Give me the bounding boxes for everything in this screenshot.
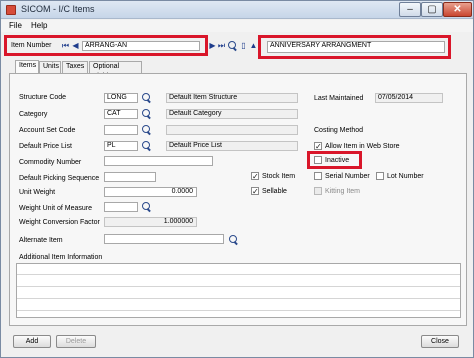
- close-button[interactable]: Close: [421, 335, 459, 348]
- menu-bar: File Help: [1, 20, 473, 32]
- commodity-number-field[interactable]: [104, 156, 213, 166]
- price-list-description: Default Price List: [166, 141, 298, 151]
- app-icon: [6, 5, 16, 15]
- lot-number-checkbox[interactable]: [376, 172, 384, 180]
- structure-code-description: Default Item Structure: [166, 93, 298, 103]
- price-list-field[interactable]: PL: [104, 141, 138, 151]
- costing-method-label: Costing Method: [314, 127, 364, 134]
- last-maintained-label: Last Maintained: [314, 95, 364, 102]
- window: SICOM - I/C Items – ▢ ✕ File Help Item N…: [0, 0, 474, 358]
- first-record-icon[interactable]: ⏮: [61, 41, 70, 50]
- menu-file[interactable]: File: [9, 21, 22, 30]
- serial-number-checkbox[interactable]: [314, 172, 322, 180]
- textarea-line: [17, 286, 460, 287]
- account-set-description: [166, 125, 298, 135]
- minimize-button[interactable]: –: [399, 2, 421, 17]
- close-window-button[interactable]: ✕: [443, 2, 472, 17]
- title-bar: SICOM - I/C Items – ▢ ✕: [1, 1, 473, 19]
- tab-optional-fields[interactable]: Optional Fields: [89, 61, 142, 80]
- account-set-label: Account Set Code: [19, 127, 76, 134]
- textarea-line: [17, 274, 460, 275]
- category-field[interactable]: CAT: [104, 109, 138, 119]
- category-label: Category: [19, 111, 48, 118]
- additional-info-label: Additional Item Information: [19, 254, 103, 261]
- inactive-checkbox[interactable]: [314, 156, 322, 164]
- unit-weight-field[interactable]: 0.0000: [104, 187, 197, 197]
- account-set-field[interactable]: [104, 125, 138, 135]
- window-title: SICOM - I/C Items: [21, 4, 95, 14]
- item-lookup-icon[interactable]: [228, 41, 236, 49]
- alternate-item-label: Alternate Item: [19, 237, 63, 244]
- serial-number-label: Serial Number: [325, 173, 370, 180]
- sellable-label: Sellable: [262, 188, 287, 195]
- tab-items[interactable]: Items: [15, 60, 39, 73]
- weight-uom-lookup-icon[interactable]: [142, 202, 150, 210]
- stock-item-checkbox[interactable]: [251, 172, 259, 180]
- price-list-label: Default Price List: [19, 143, 72, 150]
- structure-code-label: Structure Code: [19, 94, 67, 101]
- structure-code-field[interactable]: LONG: [104, 93, 138, 103]
- lot-number-label: Lot Number: [387, 173, 424, 180]
- price-list-lookup-icon[interactable]: [142, 141, 150, 149]
- tab-taxes[interactable]: Taxes: [62, 61, 88, 73]
- tab-units[interactable]: Units: [39, 61, 61, 73]
- sellable-checkbox[interactable]: [251, 187, 259, 195]
- commodity-number-label: Commodity Number: [19, 159, 82, 166]
- previous-record-icon[interactable]: ◀: [71, 41, 80, 50]
- category-lookup-icon[interactable]: [142, 109, 150, 117]
- kitting-item-label: Kitting Item: [325, 188, 361, 195]
- menu-help[interactable]: Help: [31, 21, 47, 30]
- textarea-line: [17, 310, 460, 311]
- weight-uom-label: Weight Unit of Measure: [19, 205, 93, 212]
- last-record-icon[interactable]: ⏭: [217, 41, 226, 50]
- last-maintained-field: 07/05/2014: [375, 93, 443, 103]
- add-button[interactable]: Add: [13, 335, 51, 348]
- alternate-item-lookup-icon[interactable]: [229, 235, 237, 243]
- weight-conversion-label: Weight Conversion Factor: [19, 219, 100, 226]
- new-document-icon[interactable]: ▯: [239, 41, 248, 50]
- stock-item-label: Stock Item: [262, 173, 296, 180]
- category-description: Default Category: [166, 109, 298, 119]
- picking-sequence-label: Default Picking Sequence: [19, 175, 100, 182]
- additional-info-textarea[interactable]: [16, 263, 461, 318]
- item-number-field[interactable]: ARRANG-AN: [82, 41, 200, 51]
- weight-uom-field[interactable]: [104, 202, 138, 212]
- allow-web-store-checkbox[interactable]: [314, 142, 322, 150]
- allow-web-store-label: Allow Item in Web Store: [325, 143, 400, 150]
- weight-conversion-field: 1.000000: [104, 217, 197, 227]
- kitting-item-checkbox[interactable]: [314, 187, 322, 195]
- zoom-up-icon[interactable]: ▲: [249, 41, 258, 50]
- textarea-line: [17, 298, 460, 299]
- picking-sequence-field[interactable]: [104, 172, 156, 182]
- unit-weight-label: Unit Weight: [19, 189, 56, 196]
- account-set-lookup-icon[interactable]: [142, 125, 150, 133]
- structure-code-lookup-icon[interactable]: [142, 93, 150, 101]
- alternate-item-field[interactable]: [104, 234, 224, 244]
- next-record-icon[interactable]: ▶: [208, 41, 217, 50]
- delete-button[interactable]: Delete: [56, 335, 96, 348]
- item-description-field[interactable]: ANNIVERSARY ARRANGMENT: [267, 41, 445, 53]
- maximize-button[interactable]: ▢: [421, 2, 443, 17]
- inactive-label: Inactive: [325, 157, 350, 164]
- item-number-label: Item Number: [11, 42, 52, 49]
